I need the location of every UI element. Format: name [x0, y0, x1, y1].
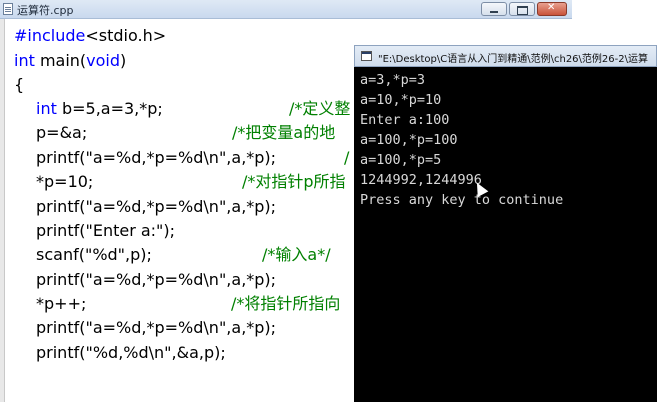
code-comment: /*定义整 [289, 99, 351, 118]
code-line: int main(void) [14, 49, 126, 73]
console-line: Press any key to continue [360, 192, 564, 208]
console-line: 1244992,1244996 [360, 172, 482, 188]
console-line: a=10,*p=10 [360, 92, 442, 108]
code-comment: / [344, 148, 350, 167]
code-token: *p++; [36, 294, 87, 313]
code-line: { [14, 73, 24, 97]
console-title: "E:\Desktop\C语言从入门到精通\范例\ch26\范例26-2\运算 [378, 54, 648, 65]
code-comment: /*对指针p所指 [242, 172, 346, 191]
code-line: printf("a=%d,*p=%d\n",a,*p); [36, 195, 276, 219]
keyword-token: void [86, 51, 121, 70]
code-line: printf("%d,%d\n",&a,p); [36, 341, 226, 365]
code-comment: /*将指针所指向 [231, 294, 341, 313]
console-output: a=3,*p=3 a=10,*p=10 Enter a:100 a=100,*p=10… [360, 70, 563, 210]
console-line: a=100,*p=5 [360, 152, 442, 168]
console-line: a=3,*p=3 [360, 72, 426, 88]
console-icon [361, 51, 372, 61]
code-line: printf("a=%d,*p=%d\n",a,*p); [36, 146, 276, 170]
code-token: main( [34, 51, 87, 70]
code-token: printf("a=%d,*p=%d\n",a,*p); [36, 197, 277, 216]
code-line: printf("Enter a:"); [36, 219, 175, 243]
file-icon [3, 3, 13, 15]
console-window[interactable]: "E:\Desktop\C语言从入门到精通\范例\ch26\范例26-2\运算 … [354, 45, 657, 402]
editor-title-bar[interactable]: 运算符.cpp [0, 0, 572, 19]
editor-gutter [0, 19, 5, 402]
code-line: p=&a; [36, 121, 87, 145]
keyword-token: int [36, 99, 57, 118]
console-line: Enter a:100 [360, 112, 450, 128]
code-token: printf("%d,%d\n",&a,p); [36, 343, 226, 362]
code-token: printf("Enter a:"); [36, 221, 176, 240]
code-token: ) [120, 51, 127, 70]
minimize-button[interactable] [481, 2, 507, 16]
editor-title: 运算符.cpp [17, 4, 74, 17]
code-token: { [14, 75, 25, 94]
code-token: *p=10; [36, 172, 94, 191]
code-line: int b=5,a=3,*p; [36, 97, 163, 121]
code-comment: /*输入a*/ [262, 245, 331, 264]
code-comment: /*把变量a的地 [232, 123, 336, 142]
code-token: scanf("%d",p); [36, 245, 152, 264]
keyword-token: int [14, 51, 35, 70]
code-line: *p=10; [36, 170, 93, 194]
code-line: printf("a=%d,*p=%d\n",a,*p); [36, 268, 276, 292]
code-token: p=&a; [36, 123, 88, 142]
keyword-token: #include [14, 26, 86, 45]
close-button[interactable] [537, 2, 567, 16]
code-token: printf("a=%d,*p=%d\n",a,*p); [36, 318, 277, 337]
code-line: #include<stdio.h> [14, 24, 166, 48]
code-line: printf("a=%d,*p=%d\n",a,*p); [36, 316, 276, 340]
code-token: b=5,a=3,*p; [56, 99, 163, 118]
console-line: a=100,*p=100 [360, 132, 458, 148]
code-line: scanf("%d",p); [36, 243, 152, 267]
code-line: *p++; [36, 292, 86, 316]
code-token: printf("a=%d,*p=%d\n",a,*p); [36, 148, 277, 167]
code-token: printf("a=%d,*p=%d\n",a,*p); [36, 270, 277, 289]
console-title-bar[interactable]: "E:\Desktop\C语言从入门到精通\范例\ch26\范例26-2\运算 [354, 45, 657, 67]
maximize-button[interactable] [509, 2, 535, 16]
code-token: <stdio.h> [85, 26, 167, 45]
